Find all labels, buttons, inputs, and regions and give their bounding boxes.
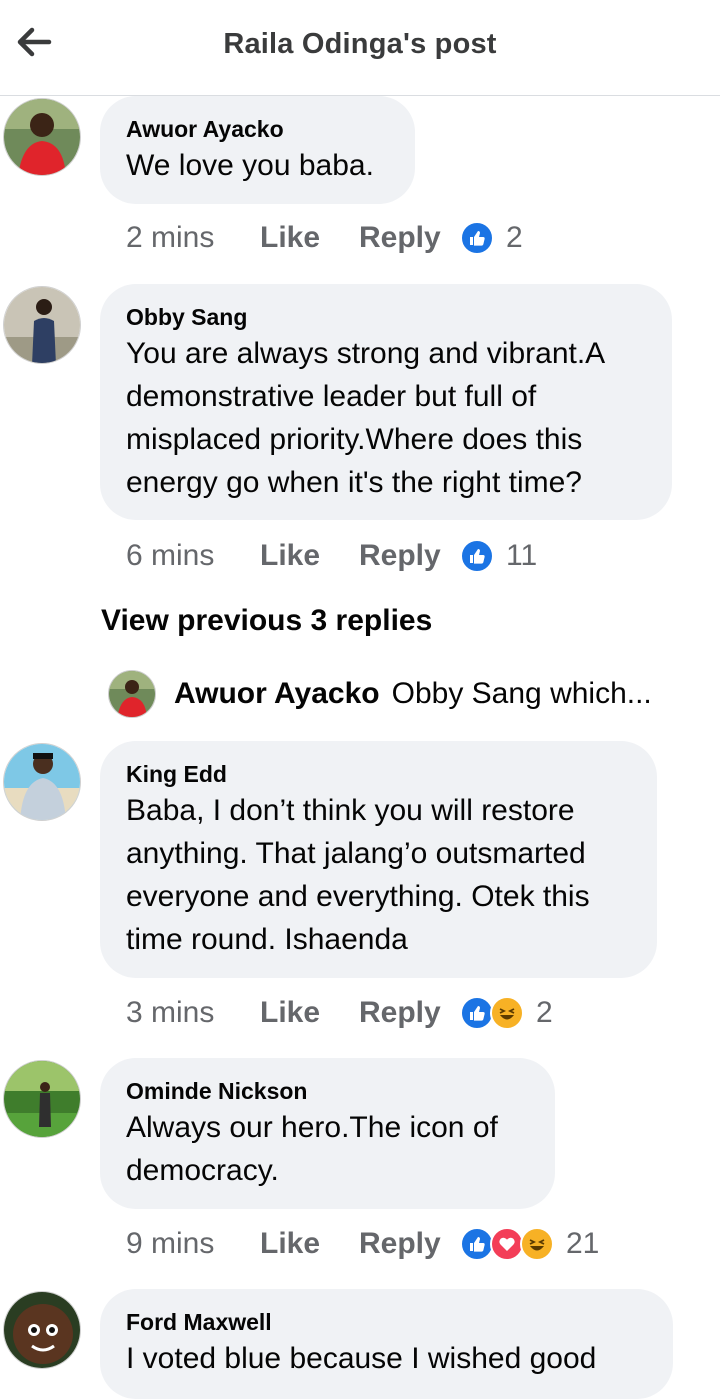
love-reaction-icon — [490, 1227, 524, 1261]
comment-text: You are always strong and vibrant.A demo… — [126, 337, 604, 499]
reaction-summary[interactable]: 2 — [460, 996, 553, 1030]
reaction-count: 21 — [566, 1227, 600, 1260]
comment-bubble: Ford Maxwell I voted blue because I wish… — [100, 1289, 673, 1399]
comment-bubble: King Edd Baba, I don’t think you will re… — [100, 741, 657, 978]
page-title: Raila Odinga's post — [223, 28, 497, 60]
like-button[interactable]: Like — [260, 539, 359, 573]
reaction-summary[interactable]: 11 — [460, 539, 537, 573]
avatar[interactable] — [3, 98, 81, 176]
avatar[interactable] — [3, 286, 81, 364]
comment-author[interactable]: Ominde Nickson — [126, 1078, 529, 1104]
comment-time[interactable]: 6 mins — [126, 539, 260, 573]
haha-reaction-icon — [490, 996, 524, 1030]
like-button[interactable]: Like — [260, 221, 359, 255]
like-button[interactable]: Like — [260, 1227, 359, 1261]
reply-author: Awuor Ayacko — [174, 677, 380, 710]
reaction-count: 2 — [506, 221, 523, 254]
reply-button[interactable]: Reply — [359, 539, 460, 573]
reply-button[interactable]: Reply — [359, 221, 460, 255]
comment-author[interactable]: Obby Sang — [126, 304, 646, 330]
reply-snippet: Obby Sang which... — [391, 677, 652, 710]
comment-meta: 3 mins Like Reply 2 — [126, 993, 553, 1033]
like-reaction-icon — [460, 221, 494, 255]
comment-text: We love you baba. — [126, 149, 374, 182]
avatar[interactable] — [3, 743, 81, 821]
avatar[interactable] — [3, 1060, 81, 1138]
reaction-summary[interactable]: 21 — [460, 1227, 599, 1261]
view-previous-replies-link[interactable]: View previous 3 replies — [101, 604, 432, 638]
avatar[interactable] — [3, 1291, 81, 1369]
comment-time[interactable]: 2 mins — [126, 221, 260, 255]
reaction-count: 2 — [536, 996, 553, 1029]
comment-meta: 2 mins Like Reply 2 — [126, 218, 523, 258]
comment-text: I voted blue because I wished good — [126, 1342, 597, 1375]
comment-bubble: Awuor Ayacko We love you baba. — [100, 96, 415, 204]
top-bar: Raila Odinga's post — [0, 0, 720, 96]
comment-meta: 9 mins Like Reply 21 — [126, 1224, 599, 1264]
reaction-summary[interactable]: 2 — [460, 221, 523, 255]
comment-text: Baba, I don’t think you will restore any… — [126, 794, 590, 956]
avatar — [108, 670, 156, 718]
comment-meta: 6 mins Like Reply 11 — [126, 536, 537, 576]
reply-button[interactable]: Reply — [359, 996, 460, 1030]
reply-preview[interactable]: Awuor Ayacko Obby Sang which... — [108, 668, 652, 720]
comment-time[interactable]: 9 mins — [126, 1227, 260, 1261]
like-reaction-icon — [460, 539, 494, 573]
comment-text: Always our hero.The icon of democracy. — [126, 1111, 498, 1187]
comment-author[interactable]: Ford Maxwell — [126, 1309, 647, 1335]
like-reaction-icon — [460, 1227, 494, 1261]
like-reaction-icon — [460, 996, 494, 1030]
comment-author[interactable]: Awuor Ayacko — [126, 116, 389, 142]
comment-bubble: Obby Sang You are always strong and vibr… — [100, 284, 672, 520]
reaction-count: 11 — [506, 539, 538, 572]
comment-time[interactable]: 3 mins — [126, 996, 260, 1030]
comment-author[interactable]: King Edd — [126, 761, 631, 787]
haha-reaction-icon — [520, 1227, 554, 1261]
reply-button[interactable]: Reply — [359, 1227, 460, 1261]
like-button[interactable]: Like — [260, 996, 359, 1030]
comment-bubble: Ominde Nickson Always our hero.The icon … — [100, 1058, 555, 1209]
